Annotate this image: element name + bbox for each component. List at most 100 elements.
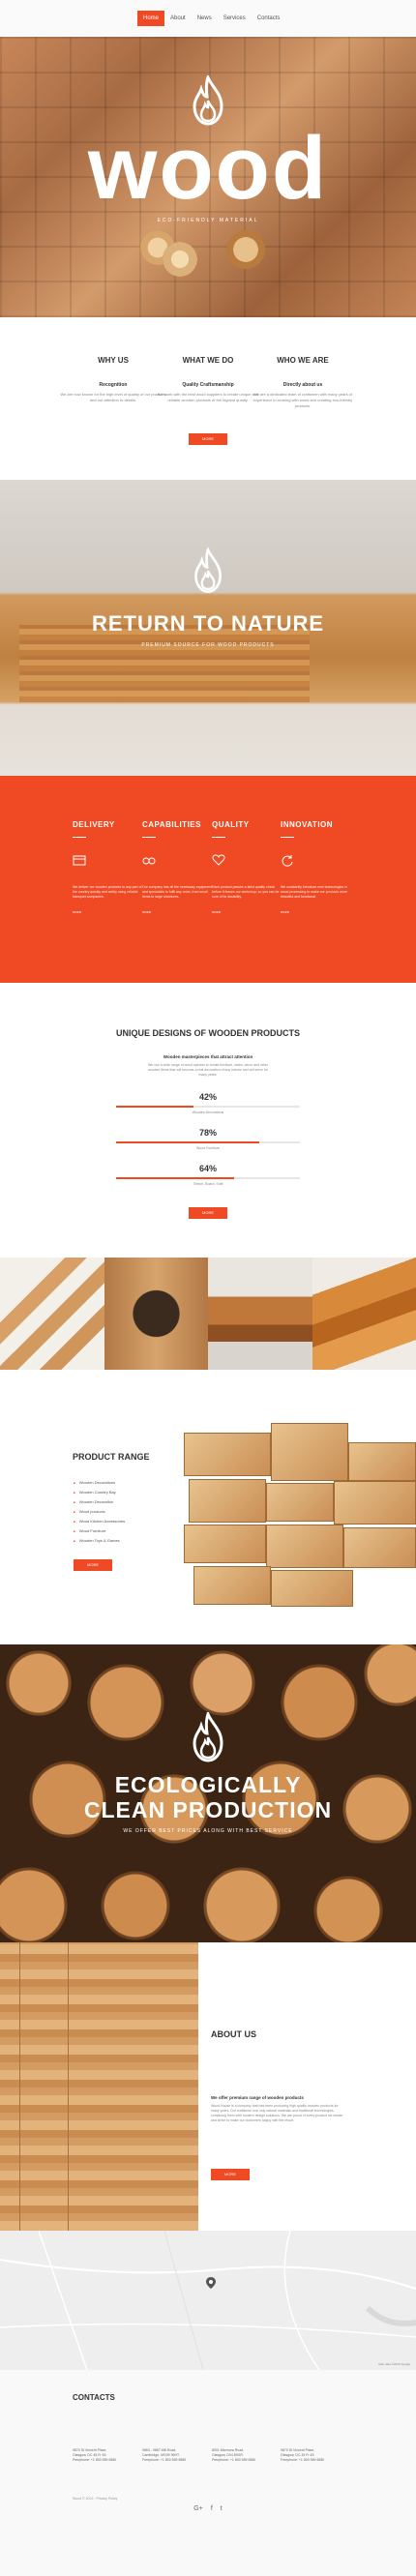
section-title: PRODUCT RANGE xyxy=(73,1452,150,1462)
list-item[interactable]: Wooden Toys & Games xyxy=(74,1536,125,1546)
heart-icon xyxy=(212,854,225,866)
main-menu: Home About News Services Contacts xyxy=(137,11,285,26)
return-to-nature-banner: RETURN TO NATURE PREMIUM SOURCE FOR WOOD… xyxy=(0,480,416,776)
list-item[interactable]: Wooden Decoration xyxy=(74,1497,125,1507)
section-subtitle: We offer premium range of wooden product… xyxy=(211,2095,304,2100)
gallery-image-spiral-stairs[interactable] xyxy=(312,1258,416,1370)
ecological-production-banner: ECOLOGICALLY CLEAN PRODUCTION WE OFFER B… xyxy=(0,1644,416,1942)
location-map[interactable]: Map data ©2016 Google xyxy=(0,2231,416,2370)
more-button[interactable]: MORE xyxy=(211,2169,250,2180)
gallery-image-box[interactable] xyxy=(104,1258,208,1370)
feature-more-link[interactable]: more xyxy=(212,909,285,914)
why-us-column: WHY US Recognition We are now known for … xyxy=(60,356,166,403)
nav-item-home[interactable]: Home xyxy=(137,11,165,26)
flame-icon xyxy=(193,1712,223,1762)
facebook-icon[interactable]: f xyxy=(211,2505,213,2512)
feature-innovation: INNOVATION We constantly introduce new t… xyxy=(281,820,354,914)
feature-text: Our company has all the necessary equipm… xyxy=(142,885,213,899)
column-heading: WHAT WE DO xyxy=(182,356,234,365)
product-range-section: PRODUCT RANGE Wooden Decorations Wooden … xyxy=(0,1370,416,1644)
wood-slice-image xyxy=(163,242,197,277)
progress-percent: 42% xyxy=(198,1092,217,1102)
feature-capabilities: CAPABILITIES Our company has all the nec… xyxy=(142,820,216,914)
twitter-icon[interactable]: t xyxy=(221,2505,223,2512)
progress-label: Wooden Decorations xyxy=(192,1110,224,1114)
google-plus-icon[interactable]: G+ xyxy=(193,2505,203,2512)
section-title: ABOUT US xyxy=(211,2029,256,2039)
feature-more-link[interactable]: more xyxy=(281,909,354,914)
banner-title: RETURN TO NATURE xyxy=(91,611,325,636)
wood-slice-image xyxy=(226,230,265,269)
map-credit: Map data ©2016 Google xyxy=(378,2362,410,2366)
column-heading: WHO WE ARE xyxy=(277,356,329,365)
progress-label: Wood Furniture xyxy=(195,1146,221,1150)
copyright-text: Wood © 2016 · Privacy Policy xyxy=(73,2497,118,2501)
column-text: We work with the best wood suppliers to … xyxy=(157,392,259,402)
column-title: Recognition xyxy=(99,382,128,388)
office-address: 8901 Marmora Road, Glasgow, D04 89GR. Fr… xyxy=(212,2448,287,2463)
nav-item-contacts[interactable]: Contacts xyxy=(252,11,286,26)
column-text: We are now known for the high level of q… xyxy=(60,392,166,402)
list-item[interactable]: Wood products xyxy=(74,1507,125,1517)
progress-label: Timber, Board, Sofit xyxy=(193,1182,223,1186)
refresh-icon xyxy=(282,855,293,867)
list-item[interactable]: Wooden Decorations xyxy=(74,1478,125,1488)
phone-line: Freephone: +1 800 559 6580 xyxy=(212,2458,256,2462)
feature-text: Each product passes a strict quality che… xyxy=(212,885,280,899)
more-button[interactable]: MORE xyxy=(189,1207,227,1219)
hero-title: wood xyxy=(87,119,329,218)
hero-section: wood ECO-FRIENDLY MATERIAL xyxy=(0,37,416,317)
flame-icon xyxy=(194,548,222,593)
banner-title: ECOLOGICALLY CLEAN PRODUCTION xyxy=(0,1772,416,1822)
wood-planks-image xyxy=(19,625,310,702)
phone-line: Freephone: +1 800 559 6580 xyxy=(142,2458,187,2462)
divider xyxy=(142,837,156,838)
column-heading: WHY US xyxy=(98,356,129,365)
list-item[interactable]: Wooden Country Bay xyxy=(74,1488,125,1497)
gallery-strip xyxy=(0,1258,416,1370)
list-item[interactable]: Wood Kitchen Accessories xyxy=(74,1517,125,1526)
progress-bar: 42% Wooden Decorations xyxy=(116,1092,300,1114)
progress-track xyxy=(116,1141,300,1143)
about-us-section: ABOUT US We offer premium range of woode… xyxy=(0,1942,416,2231)
office-address: 9863 - 9867 Mill Road, Cambridge, MG09 9… xyxy=(142,2448,218,2463)
column-text: We are a dedicated team of craftsmen wit… xyxy=(253,392,353,408)
feature-more-link[interactable]: more xyxy=(142,909,216,914)
feature-more-link[interactable]: more xyxy=(73,909,146,914)
phone-line: Freephone: +1 800 559 6580 xyxy=(73,2458,117,2462)
what-we-do-column: WHAT WE DO Quality Craftsmanship We work… xyxy=(155,356,261,403)
banner-subtitle: WE OFFER BEST PRICES ALONG WITH BEST SER… xyxy=(123,1828,293,1834)
section-description: We use a wide range of wood species to c… xyxy=(147,1063,269,1077)
map-pin-icon[interactable] xyxy=(206,2277,216,2289)
map-roads xyxy=(0,2231,416,2370)
banner-title-line: CLEAN PRODUCTION xyxy=(83,1797,333,1822)
divider xyxy=(212,837,225,838)
section-subtitle: Wooden masterpieces that attract attenti… xyxy=(163,1054,253,1059)
feature-text: We constantly introduce new technologies… xyxy=(281,885,348,899)
timber-stack-image xyxy=(184,1423,416,1607)
progress-bar: 78% Wood Furniture xyxy=(116,1128,300,1150)
nav-item-news[interactable]: News xyxy=(192,11,218,26)
progress-fill xyxy=(116,1141,260,1143)
more-button[interactable]: MORE xyxy=(189,433,227,445)
gallery-image-shelf[interactable] xyxy=(208,1258,312,1370)
gallery-image-stairs[interactable] xyxy=(0,1258,104,1370)
nav-item-services[interactable]: Services xyxy=(218,11,252,26)
feature-quality: QUALITY Each product passes a strict qua… xyxy=(212,820,285,914)
section-text: Wood House is a company that has been pr… xyxy=(211,2104,343,2122)
nav-item-about[interactable]: About xyxy=(164,11,192,26)
phone-line: Freephone: +1 800 559 6580 xyxy=(281,2458,325,2462)
progress-fill xyxy=(116,1177,234,1179)
feature-title: CAPABILITIES xyxy=(142,820,201,829)
divider xyxy=(73,837,86,838)
hero-tagline: ECO-FRIENDLY MATERIAL xyxy=(157,218,259,223)
card-icon xyxy=(73,855,86,866)
more-button[interactable]: MORE xyxy=(74,1559,112,1571)
who-we-are-column: WHO WE ARE Directly about us We are a de… xyxy=(250,356,356,409)
divider xyxy=(281,837,294,838)
contacts-section: CONTACTS 9870 St Vincent Place, Glasgow,… xyxy=(0,2370,416,2576)
section-title: CONTACTS xyxy=(73,2393,115,2402)
progress-track xyxy=(116,1177,300,1179)
list-item[interactable]: Wood Furniture xyxy=(74,1526,125,1536)
unique-designs-section: UNIQUE DESIGNS OF WOODEN PRODUCTS Wooden… xyxy=(0,983,416,1258)
